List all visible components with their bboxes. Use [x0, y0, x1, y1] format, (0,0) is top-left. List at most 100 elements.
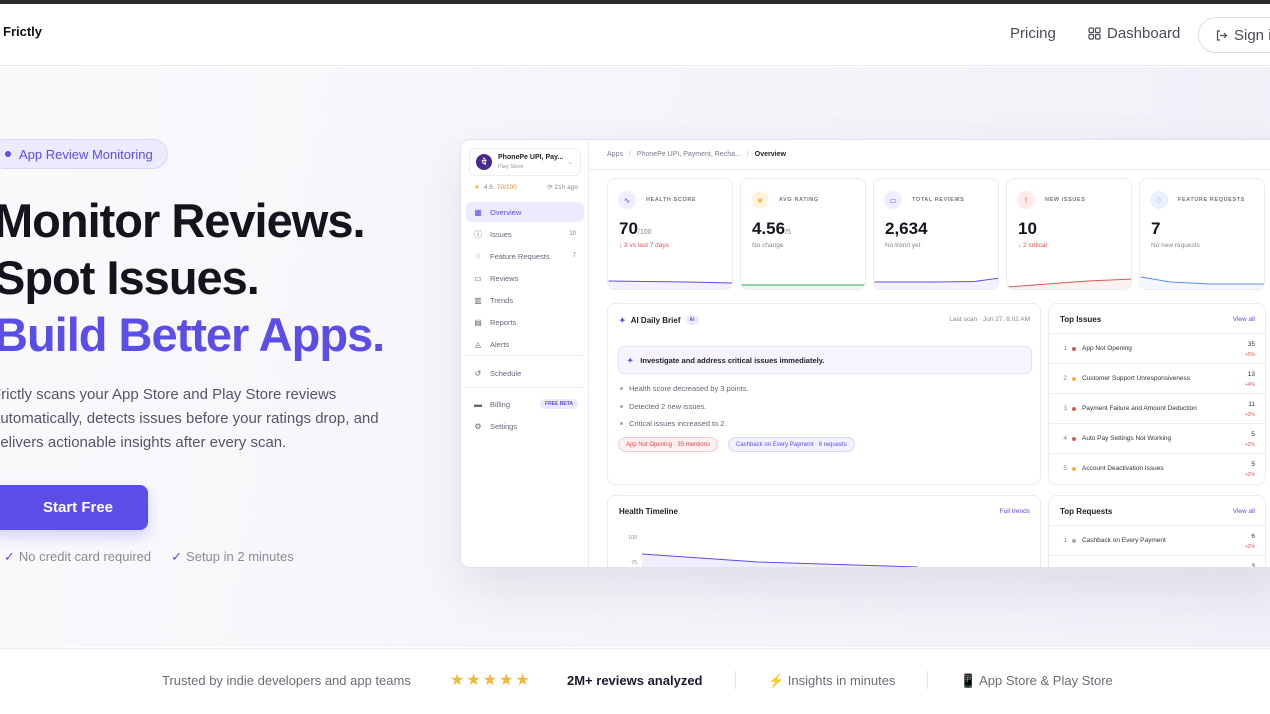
item-label: Account Deactivation Issues	[1082, 465, 1164, 472]
stat-unit: /100	[637, 229, 652, 236]
severity-dot-icon	[1072, 376, 1076, 381]
card-icon: ▬	[474, 399, 482, 409]
breadcrumb: Apps / PhonePe UPI, Payment, Recha... / …	[589, 140, 1270, 170]
app-rating: 4.6	[483, 183, 493, 191]
list-item[interactable]: 3	[1049, 555, 1265, 567]
timeline-area	[642, 554, 918, 567]
sidebar-item-settings[interactable]: ⚙ Settings	[466, 416, 584, 436]
stat-card-total-reviews[interactable]: ▭ TOTAL REVIEWS 2,634 No trend yet	[873, 178, 999, 290]
stat-note: No change	[752, 242, 784, 249]
sidebar-item-label: Reports	[490, 317, 517, 327]
badge-label: App Review Monitoring	[19, 146, 153, 162]
sidebar-item-schedule[interactable]: ↺ Schedule	[466, 363, 584, 383]
stat-number: 4.56	[752, 219, 786, 238]
breadcrumb-apps[interactable]: Apps	[607, 151, 623, 158]
stat-unit: /5	[785, 229, 791, 236]
list-item[interactable]: 1 Cashback on Every Payment 6 +2%	[1049, 525, 1265, 555]
sidebar-item-trends[interactable]: ▥ Trends	[466, 290, 584, 310]
brief-bullet-text: Detected 2 new issues.	[629, 402, 707, 411]
start-free-button[interactable]: Start Free	[0, 485, 148, 530]
nav-dashboard-link[interactable]: Dashboard	[1088, 25, 1180, 42]
app-name: PhonePe UPI, Pay...	[498, 154, 564, 161]
hero-section: App Review Monitoring Monitor Reviews. S…	[0, 67, 1270, 647]
sidebar-item-label: Reviews	[490, 273, 519, 283]
sidebar-item-label: Schedule	[490, 368, 522, 378]
nav-dashboard-label: Dashboard	[1107, 25, 1181, 42]
stat-sparkline	[608, 280, 732, 289]
list-item[interactable]: 4 Auto Pay Settings Not Working 5 +2%	[1049, 423, 1265, 453]
stat-sparkline	[874, 277, 998, 289]
sidebar-item-issues[interactable]: ⓘ Issues 10	[466, 224, 584, 244]
divider	[927, 671, 928, 689]
sidebar-item-feature-requests[interactable]: ♢ Feature Requests 7	[466, 246, 584, 266]
check-icon: ✓	[171, 549, 183, 564]
breadcrumb-current: Overview	[754, 151, 786, 158]
free-beta-badge: FREE BETA	[540, 399, 578, 409]
sidebar-item-reviews[interactable]: ▭ Reviews	[466, 268, 584, 288]
issue-chip[interactable]: App Not Opening · 35 mentions	[618, 437, 719, 452]
stat-label: FEATURE REQUESTS	[1178, 197, 1245, 203]
store-support: 📱 App Store & Play Store	[960, 673, 1113, 688]
sidebar-item-billing[interactable]: ▬ Billing FREE BETA	[466, 394, 584, 414]
item-label: Cashback on Every Payment	[1082, 537, 1166, 544]
grid-icon: ▦	[474, 207, 482, 217]
item-value: 5	[1251, 461, 1255, 468]
message-icon: ▭	[474, 273, 482, 283]
stat-card-avg-rating[interactable]: ★ AVG RATING 4.56/5 No change	[740, 178, 866, 290]
stat-note: No new requests	[1151, 242, 1200, 249]
sign-in-button[interactable]: Sign in	[1198, 17, 1270, 53]
history-icon: ↺	[474, 368, 482, 378]
sidebar-item-alerts[interactable]: ◬ Alerts	[466, 334, 584, 354]
list-item[interactable]: 5 Account Deactivation Issues 5 +2%	[1049, 453, 1265, 483]
stat-number: 2,634	[885, 219, 928, 238]
stat-note: ↓ 2 critical	[1018, 242, 1047, 249]
sidebar-item-reports[interactable]: ▤ Reports	[466, 312, 584, 332]
headline-line-1: Monitor Reviews.	[0, 194, 366, 247]
item-label: Auto Pay Settings Not Working	[1082, 435, 1172, 442]
request-chip[interactable]: Cashback on Every Payment · 6 requests	[728, 437, 855, 452]
sidebar-item-label: Billing	[490, 399, 511, 409]
ai-brief-title-text: AI Daily Brief	[630, 315, 681, 325]
sidebar-divider	[466, 355, 584, 356]
rank: 1	[1063, 537, 1067, 544]
rank: 5	[1063, 465, 1067, 472]
stat-label: TOTAL REVIEWS	[912, 197, 965, 203]
item-value: 6	[1251, 533, 1255, 540]
top-issues-title: Top Issues	[1060, 315, 1102, 324]
health-timeline-card: Health Timeline Full trends 100 75	[607, 495, 1041, 567]
sidebar-item-overview[interactable]: ▦ Overview	[466, 202, 584, 222]
alert-circle-icon: ⓘ	[474, 229, 482, 239]
top-requests-view-all[interactable]: View all	[1233, 508, 1255, 515]
nav-pricing-link[interactable]: Pricing	[1010, 25, 1056, 42]
stat-card-feature-requests[interactable]: ♢ FEATURE REQUESTS 7 No new requests	[1139, 178, 1265, 290]
item-label: App Not Opening	[1082, 345, 1132, 352]
app-selector[interactable]: पे PhonePe UPI, Pay... Play Store ⌄	[469, 148, 581, 176]
headline-line-2: Spot Issues.	[0, 251, 260, 304]
stat-value: 2,634	[885, 219, 928, 239]
top-issues-view-all[interactable]: View all	[1233, 316, 1255, 323]
rank: 4	[1063, 435, 1067, 442]
breadcrumb-app[interactable]: PhonePe UPI, Payment, Recha...	[637, 151, 741, 158]
top-requests-title: Top Requests	[1060, 507, 1113, 516]
list-item[interactable]: 3 Payment Failure and Amount Deduction 11 +…	[1049, 393, 1265, 423]
star-icon: ★	[751, 191, 769, 209]
sidebar-item-label: Settings	[490, 421, 518, 431]
hero-badge: App Review Monitoring	[0, 139, 168, 169]
app-score: 70/100	[496, 183, 517, 191]
sparkline-area	[741, 285, 865, 289]
activity-icon: ∿	[618, 191, 636, 209]
last-scan-ago-value: 21h ago	[554, 184, 579, 191]
sparkline-area	[1007, 279, 1131, 289]
stat-card-new-issues[interactable]: ! NEW ISSUES 10 ↓ 2 critical	[1006, 178, 1132, 290]
breadcrumb-separator: /	[746, 151, 749, 158]
logo[interactable]: Frictly	[3, 24, 42, 39]
list-item[interactable]: 2 Customer Support Unresponsiveness 13 +4%	[1049, 363, 1265, 393]
dashboard-preview: पे PhonePe UPI, Pay... Play Store ⌄ ★ 4.…	[460, 139, 1270, 568]
full-trends-link[interactable]: Full trends	[1000, 508, 1030, 515]
stat-card-health-score[interactable]: ∿ HEALTH SCORE 70/100 ↓ 3 vs last 7 days	[607, 178, 733, 290]
list-item[interactable]: 1 App Not Opening 35 +5%	[1049, 333, 1265, 363]
item-value: 35	[1247, 341, 1255, 348]
severity-dot-icon	[1072, 538, 1076, 543]
item-count: 3	[1251, 562, 1255, 567]
stat-value: 4.56/5	[752, 219, 791, 239]
